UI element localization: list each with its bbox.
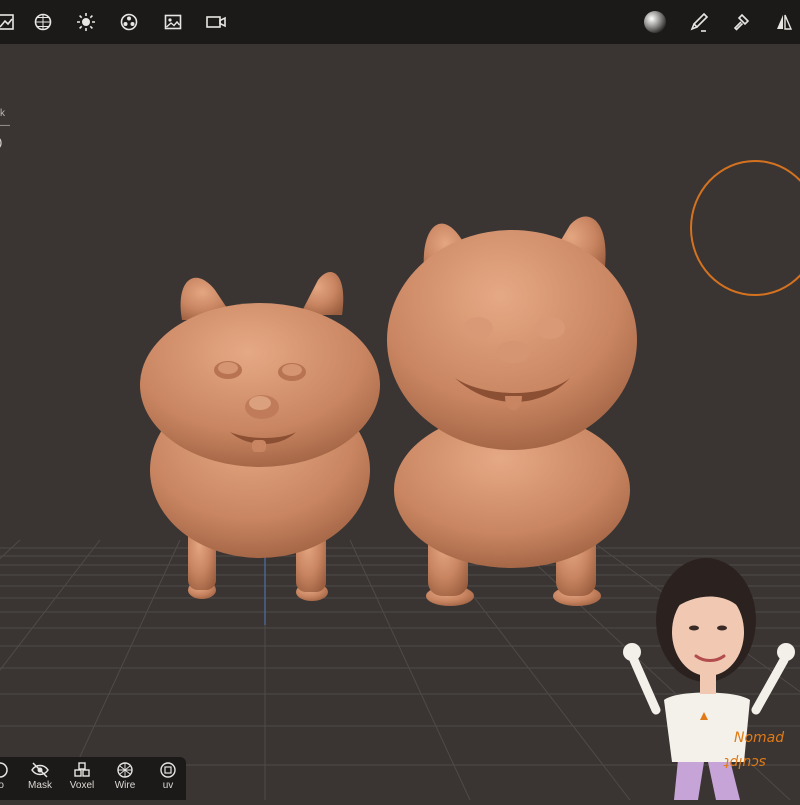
top-toolbar <box>0 0 800 44</box>
symmetry-icon[interactable] <box>768 6 800 38</box>
voxel-button[interactable]: Voxel <box>62 759 102 799</box>
mask-label: Mask <box>28 780 52 791</box>
material-icon[interactable] <box>113 6 145 38</box>
solo-button[interactable]: lo <box>0 759 20 799</box>
voxel-label: Voxel <box>69 780 95 791</box>
solo-label: lo <box>0 780 4 791</box>
presenter-illustration <box>623 558 795 800</box>
wireframe-icon <box>117 762 133 778</box>
uv-button[interactable]: uv <box>148 759 188 799</box>
sticker-text-top: Nomad <box>734 730 785 746</box>
uv-icon <box>160 762 176 778</box>
sun-icon[interactable] <box>70 6 102 38</box>
mask-eye-icon <box>31 762 49 778</box>
scene-icon[interactable] <box>0 6 22 38</box>
matcap-sphere-icon[interactable] <box>639 6 671 38</box>
paint-brush-icon[interactable] <box>683 6 715 38</box>
camera-icon[interactable] <box>200 6 232 38</box>
mask-button[interactable]: Mask <box>20 759 60 799</box>
wire-button[interactable]: Wire <box>105 759 145 799</box>
bottom-toolbar: lo Mask Voxel Wire uv <box>0 757 186 800</box>
image-icon[interactable] <box>157 6 189 38</box>
solo-icon <box>0 762 8 778</box>
voxel-icon <box>74 762 90 777</box>
sticker-text-bottom: sculpt <box>724 754 767 770</box>
grid-sphere-icon[interactable] <box>27 6 59 38</box>
left-dog-model <box>140 272 380 601</box>
hammer-icon[interactable] <box>726 6 758 38</box>
presenter-sticker: Nomad sculpt <box>616 540 800 800</box>
wire-label: Wire <box>114 780 136 791</box>
uv-label: uv <box>162 780 174 791</box>
